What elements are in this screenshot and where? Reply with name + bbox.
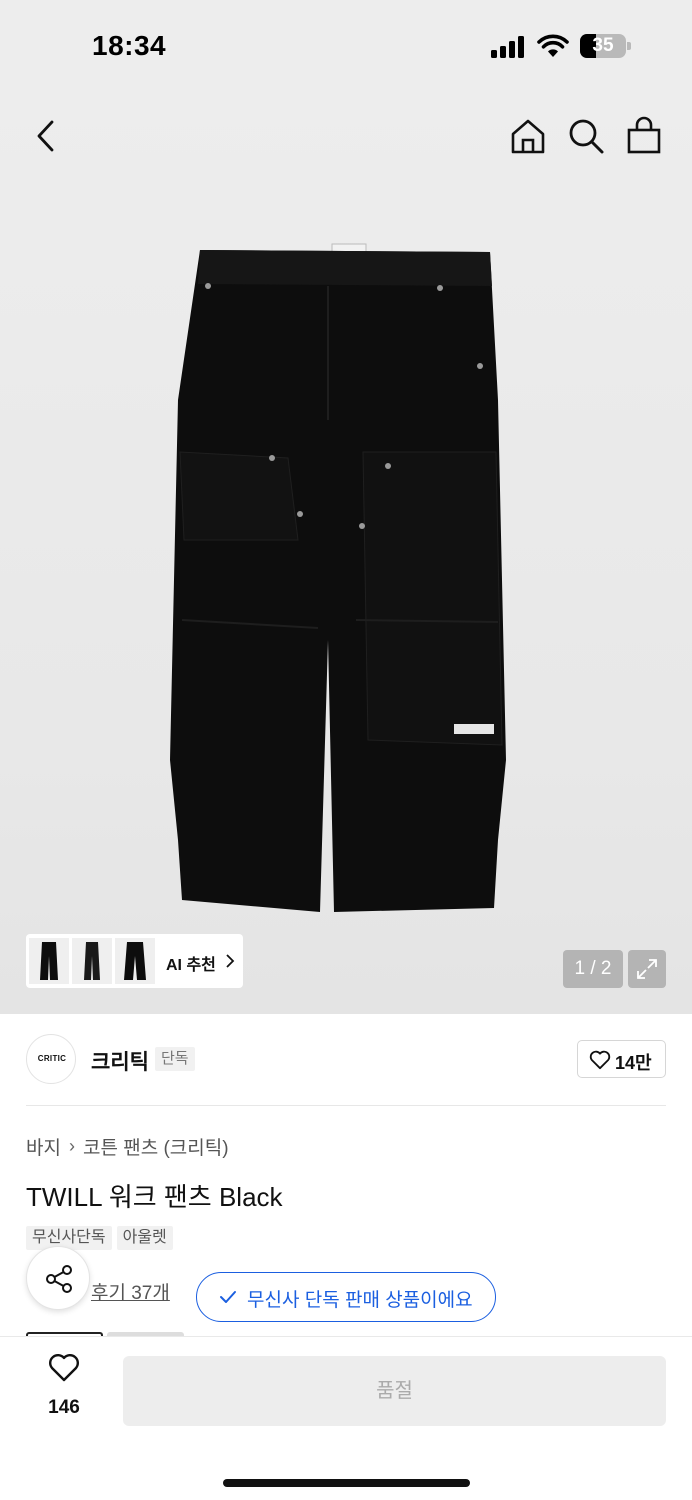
ai-recommend-strip[interactable]: AI 추천: [26, 934, 243, 988]
battery-level: 35: [592, 35, 614, 56]
battery-icon: 35: [580, 34, 632, 58]
breadcrumb-item[interactable]: 바지: [26, 1133, 61, 1160]
product-image-gallery[interactable]: AI 추천 1 / 2: [0, 92, 692, 1014]
signal-icon: [491, 36, 527, 58]
chevron-right-icon: [226, 954, 235, 968]
expand-icon: [637, 959, 657, 979]
heart-icon: [589, 1050, 611, 1070]
like-count: 146: [48, 1397, 80, 1418]
chevron-right-icon: ›: [68, 1136, 75, 1156]
chevron-left-icon[interactable]: [26, 116, 66, 156]
brand-tag: 단독: [155, 1047, 195, 1071]
brand-logo[interactable]: CRITIC: [26, 1034, 76, 1084]
search-icon[interactable]: [566, 116, 606, 156]
product-photo: [170, 243, 506, 912]
status-bar: 18:34 35: [0, 0, 692, 92]
expand-button[interactable]: [628, 950, 666, 988]
home-indicator: [223, 1479, 470, 1487]
exclusive-label: 무신사 단독 판매 상품이에요: [247, 1290, 473, 1311]
home-icon[interactable]: [508, 116, 548, 156]
share-icon: [46, 1265, 72, 1293]
share-button[interactable]: [26, 1246, 90, 1310]
brand-name[interactable]: 크리틱: [91, 1046, 149, 1076]
image-pager: 1 / 2: [563, 950, 623, 988]
heart-icon: [49, 1354, 79, 1382]
status-time: 18:34: [92, 30, 167, 61]
product-title: TWILL 워크 팬츠 Black: [26, 1182, 283, 1212]
shopping-bag-icon[interactable]: [624, 116, 664, 156]
like-button[interactable]: 146: [30, 1353, 98, 1425]
breadcrumb: 바지 › 코튼 팬츠 (크리틱): [26, 1133, 229, 1160]
ai-recommend-label[interactable]: AI 추천: [166, 951, 216, 975]
breadcrumb-item[interactable]: 코튼 팬츠 (크리틱): [83, 1133, 229, 1160]
sold-out-button[interactable]: 품절: [123, 1356, 666, 1426]
follow-count: 14만: [615, 1053, 652, 1073]
thumbnail[interactable]: [72, 938, 112, 984]
bottom-action-bar: 146 품절: [0, 1336, 692, 1500]
badge: 아울렛: [116, 1226, 173, 1250]
divider: [26, 1105, 666, 1106]
thumbnail[interactable]: [115, 938, 155, 984]
badge: 무신사단독: [26, 1226, 112, 1250]
check-icon: [220, 1291, 236, 1303]
review-link[interactable]: 후기 37개: [91, 1278, 170, 1305]
brand-follow-button[interactable]: 14만: [577, 1040, 666, 1078]
wifi-icon: [537, 34, 569, 57]
thumbnail[interactable]: [29, 938, 69, 984]
exclusive-badge-button[interactable]: 무신사 단독 판매 상품이에요: [196, 1272, 496, 1322]
